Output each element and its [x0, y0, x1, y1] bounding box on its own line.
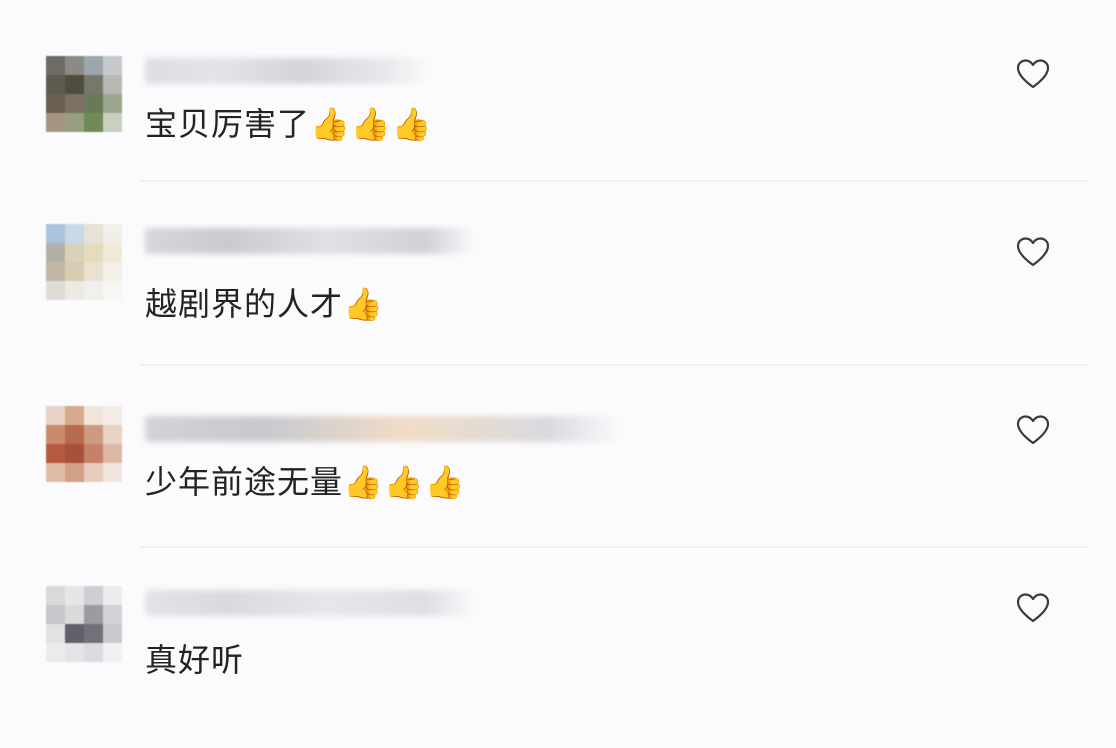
- username-blurred[interactable]: [145, 228, 475, 254]
- avatar-mosaic-cell: [84, 56, 103, 75]
- avatar-mosaic-cell: [84, 586, 103, 605]
- comment-text: 真好听: [145, 641, 245, 679]
- avatar-mosaic-cell: [65, 406, 84, 425]
- avatar-mosaic-cell: [65, 605, 84, 624]
- avatar-mosaic-cell: [84, 643, 103, 662]
- avatar-mosaic-cell: [103, 643, 122, 662]
- avatar-mosaic-cell: [103, 444, 122, 463]
- comment-item: 真好听: [0, 548, 1116, 726]
- avatar-mosaic-cell: [103, 243, 122, 262]
- avatar-mosaic-cell: [84, 463, 103, 482]
- like-button[interactable]: [1014, 56, 1052, 92]
- avatar-mosaic-cell: [103, 113, 122, 132]
- avatar-mosaic-cell: [65, 94, 84, 113]
- avatar-mosaic-cell: [65, 113, 84, 132]
- avatar-mosaic-cell: [46, 262, 65, 281]
- comment-item: 少年前途无量👍👍👍: [0, 366, 1116, 548]
- avatar-mosaic-cell: [46, 56, 65, 75]
- avatar-mosaic-cell: [84, 444, 103, 463]
- avatar-mosaic-cell: [103, 94, 122, 113]
- avatar-mosaic-cell: [103, 75, 122, 94]
- avatar-mosaic-cell: [103, 425, 122, 444]
- like-button[interactable]: [1014, 590, 1052, 626]
- avatar-mosaic-cell: [103, 586, 122, 605]
- heart-outline-icon: [1016, 415, 1050, 445]
- comment-item: 越剧界的人才👍: [0, 184, 1116, 366]
- avatar-mosaic-cell: [103, 281, 122, 300]
- avatar-mosaic-cell: [46, 586, 65, 605]
- avatar-mosaic-cell: [103, 463, 122, 482]
- avatar-mosaic-cell: [84, 243, 103, 262]
- avatar[interactable]: [46, 406, 122, 482]
- heart-outline-icon: [1016, 59, 1050, 89]
- avatar-mosaic-cell: [46, 94, 65, 113]
- avatar-mosaic-cell: [84, 75, 103, 94]
- avatar-mosaic-cell: [84, 262, 103, 281]
- comment-text: 少年前途无量👍👍👍: [145, 463, 466, 501]
- avatar-mosaic-cell: [84, 224, 103, 243]
- avatar-mosaic-cell: [46, 281, 65, 300]
- avatar[interactable]: [46, 224, 122, 300]
- avatar-mosaic-cell: [46, 624, 65, 643]
- avatar-mosaic-cell: [65, 262, 84, 281]
- avatar-mosaic-cell: [46, 605, 65, 624]
- avatar-mosaic-cell: [84, 425, 103, 444]
- avatar-mosaic-cell: [65, 425, 84, 444]
- username-blurred[interactable]: [145, 58, 430, 84]
- avatar[interactable]: [46, 56, 122, 132]
- avatar-mosaic-cell: [103, 605, 122, 624]
- avatar-mosaic-cell: [65, 75, 84, 94]
- avatar-mosaic-cell: [103, 624, 122, 643]
- avatar-mosaic-cell: [103, 224, 122, 243]
- comment-list: 宝贝厉害了👍👍👍 越剧界的人才👍 少年前途无量👍👍👍 真好听: [0, 0, 1116, 748]
- avatar-mosaic-cell: [65, 643, 84, 662]
- divider: [140, 180, 1088, 182]
- comment-text: 宝贝厉害了👍👍👍: [145, 105, 433, 143]
- avatar-mosaic-cell: [65, 281, 84, 300]
- avatar-mosaic-cell: [46, 406, 65, 425]
- username-blurred[interactable]: [145, 590, 475, 616]
- avatar-mosaic-cell: [84, 281, 103, 300]
- avatar-mosaic-cell: [65, 444, 84, 463]
- avatar-mosaic-cell: [103, 262, 122, 281]
- comment-item: 宝贝厉害了👍👍👍: [0, 0, 1116, 182]
- like-button[interactable]: [1014, 234, 1052, 270]
- avatar-mosaic-cell: [46, 425, 65, 444]
- avatar-mosaic-cell: [65, 586, 84, 605]
- avatar-mosaic-cell: [46, 444, 65, 463]
- avatar-mosaic-cell: [46, 224, 65, 243]
- like-button[interactable]: [1014, 412, 1052, 448]
- avatar-mosaic-cell: [46, 113, 65, 132]
- avatar[interactable]: [46, 586, 122, 662]
- comment-text: 越剧界的人才👍: [145, 285, 384, 323]
- username-blurred[interactable]: [145, 416, 620, 442]
- avatar-mosaic-cell: [46, 463, 65, 482]
- avatar-mosaic-cell: [84, 113, 103, 132]
- heart-outline-icon: [1016, 237, 1050, 267]
- avatar-mosaic-cell: [84, 605, 103, 624]
- avatar-mosaic-cell: [65, 224, 84, 243]
- avatar-mosaic-cell: [46, 75, 65, 94]
- avatar-mosaic-cell: [65, 56, 84, 75]
- avatar-mosaic-cell: [65, 243, 84, 262]
- avatar-mosaic-cell: [84, 406, 103, 425]
- avatar-mosaic-cell: [65, 463, 84, 482]
- avatar-mosaic-cell: [65, 624, 84, 643]
- avatar-mosaic-cell: [46, 643, 65, 662]
- avatar-mosaic-cell: [84, 94, 103, 113]
- heart-outline-icon: [1016, 593, 1050, 623]
- avatar-mosaic-cell: [103, 56, 122, 75]
- avatar-mosaic-cell: [103, 406, 122, 425]
- avatar-mosaic-cell: [46, 243, 65, 262]
- avatar-mosaic-cell: [84, 624, 103, 643]
